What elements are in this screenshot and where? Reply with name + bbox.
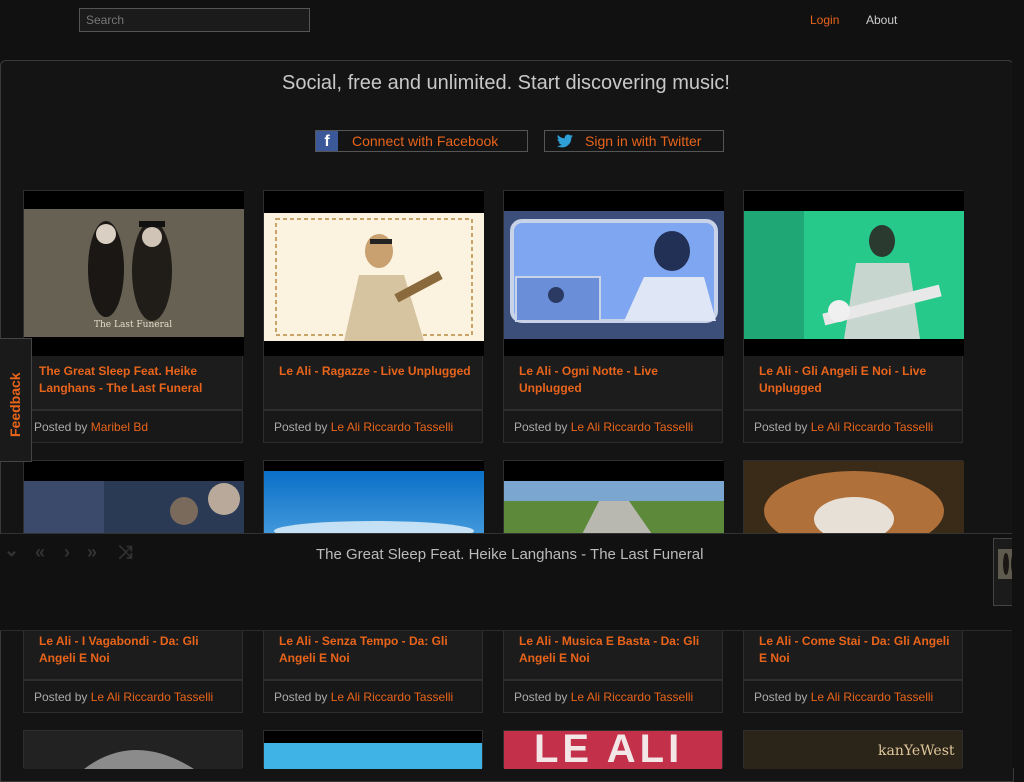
video-card[interactable]: Le Ali - Gli Angeli E Noi - Live Unplugg… [743, 190, 964, 443]
facebook-icon: f [316, 131, 338, 151]
video-card[interactable]: Le Ali - Ragazze - Live Unplugged Posted… [263, 190, 484, 443]
feedback-tab[interactable]: Feedback [0, 338, 32, 462]
thumbnail-caption: kanYeWest [878, 743, 955, 759]
posted-by-label: Posted by [754, 420, 808, 434]
video-card[interactable] [23, 730, 243, 769]
video-thumbnail[interactable] [264, 191, 484, 356]
video-card[interactable]: The Last Funeral The Great Sleep Feat. H… [23, 190, 244, 443]
video-title[interactable]: Le Ali - I Vagabondi - Da: Gli Angeli E … [39, 633, 234, 667]
thumbnail-image [504, 211, 724, 339]
video-title[interactable]: Le Ali - Ragazze - Live Unplugged [279, 363, 474, 380]
poster-link[interactable]: Le Ali Riccardo Tasselli [331, 420, 454, 434]
thumbnail-image [24, 209, 244, 337]
poster-link[interactable]: Le Ali Riccardo Tasselli [571, 690, 694, 704]
video-title[interactable]: Le Ali - Come Stai - Da: Gli Angeli E No… [759, 633, 954, 667]
posted-by-label: Posted by [754, 690, 808, 704]
facebook-connect-button[interactable]: f Connect with Facebook [315, 130, 528, 152]
posted-by: Posted by Le Ali Riccardo Tasselli [263, 410, 483, 443]
login-link[interactable]: Login [810, 13, 839, 27]
player-bar: ⌄ « › » ⤨ The Great Sleep Feat. Heike La… [0, 533, 1024, 631]
video-card[interactable]: LE ALI [503, 730, 723, 769]
thumbnail-image [744, 211, 964, 339]
poster-link[interactable]: Le Ali Riccardo Tasselli [331, 690, 454, 704]
poster-link[interactable]: Le Ali Riccardo Tasselli [811, 690, 934, 704]
posted-by: Posted by Le Ali Riccardo Tasselli [743, 410, 963, 443]
page-headline: Social, free and unlimited. Start discov… [282, 72, 730, 94]
video-thumbnail[interactable]: kanYeWest [744, 731, 962, 769]
thumbnail-caption: LE ALI [534, 731, 684, 769]
video-thumbnail[interactable] [504, 191, 724, 356]
posted-by: Posted by Maribel Bd [23, 410, 243, 443]
video-title[interactable]: The Great Sleep Feat. Heike Langhans - T… [39, 363, 234, 397]
about-link[interactable]: About [866, 13, 897, 27]
poster-link[interactable]: Le Ali Riccardo Tasselli [811, 420, 934, 434]
twitter-bird-icon [553, 131, 577, 151]
feedback-label: Feedback [7, 372, 23, 437]
video-thumbnail[interactable] [744, 191, 964, 356]
posted-by: Posted by Le Ali Riccardo Tasselli [743, 680, 963, 713]
play-icon[interactable]: › [64, 542, 70, 563]
video-thumbnail[interactable]: LE ALI [504, 731, 722, 769]
video-thumbnail[interactable]: The Last Funeral [24, 191, 244, 356]
posted-by-label: Posted by [34, 420, 88, 434]
posted-by-label: Posted by [514, 690, 568, 704]
posted-by: Posted by Le Ali Riccardo Tasselli [263, 680, 483, 713]
shuffle-icon[interactable]: ⤨ [118, 542, 132, 563]
thumbnail-image [24, 731, 242, 769]
page-scrollbar-edge[interactable] [1012, 40, 1024, 768]
posted-by-label: Posted by [34, 690, 88, 704]
video-thumbnail[interactable] [24, 731, 242, 769]
search-input[interactable] [79, 8, 310, 32]
twitter-signin-button[interactable]: Sign in with Twitter [544, 130, 724, 152]
now-playing-title: The Great Sleep Feat. Heike Langhans - T… [316, 546, 704, 563]
video-title[interactable]: Le Ali - Gli Angeli E Noi - Live Unplugg… [759, 363, 954, 397]
poster-link[interactable]: Le Ali Riccardo Tasselli [571, 420, 694, 434]
video-card[interactable]: Le Ali - Ogni Notte - Live Unplugged Pos… [503, 190, 724, 443]
posted-by: Posted by Le Ali Riccardo Tasselli [23, 680, 243, 713]
posted-by-label: Posted by [514, 420, 568, 434]
poster-link[interactable]: Le Ali Riccardo Tasselli [91, 690, 214, 704]
poster-link[interactable]: Maribel Bd [91, 420, 148, 434]
facebook-connect-label: Connect with Facebook [352, 133, 499, 149]
thumbnail-caption: The Last Funeral [94, 320, 173, 330]
collapse-icon[interactable]: ⌄ [4, 540, 19, 561]
posted-by: Posted by Le Ali Riccardo Tasselli [503, 410, 723, 443]
next-icon[interactable]: » [87, 542, 97, 563]
video-title[interactable]: Le Ali - Musica E Basta - Da: Gli Angeli… [519, 633, 714, 667]
posted-by-label: Posted by [274, 690, 328, 704]
video-title[interactable]: Le Ali - Senza Tempo - Da: Gli Angeli E … [279, 633, 474, 667]
posted-by: Posted by Le Ali Riccardo Tasselli [503, 680, 723, 713]
video-card[interactable] [263, 730, 483, 769]
video-card[interactable]: kanYeWest [743, 730, 963, 769]
thumbnail-image [264, 213, 484, 341]
posted-by-label: Posted by [274, 420, 328, 434]
video-thumbnail[interactable] [264, 731, 482, 769]
video-title[interactable]: Le Ali - Ogni Notte - Live Unplugged [519, 363, 714, 397]
thumbnail-image [264, 731, 482, 769]
previous-icon[interactable]: « [35, 542, 45, 563]
twitter-signin-label: Sign in with Twitter [585, 133, 702, 149]
top-bar: Login About [0, 0, 1024, 60]
